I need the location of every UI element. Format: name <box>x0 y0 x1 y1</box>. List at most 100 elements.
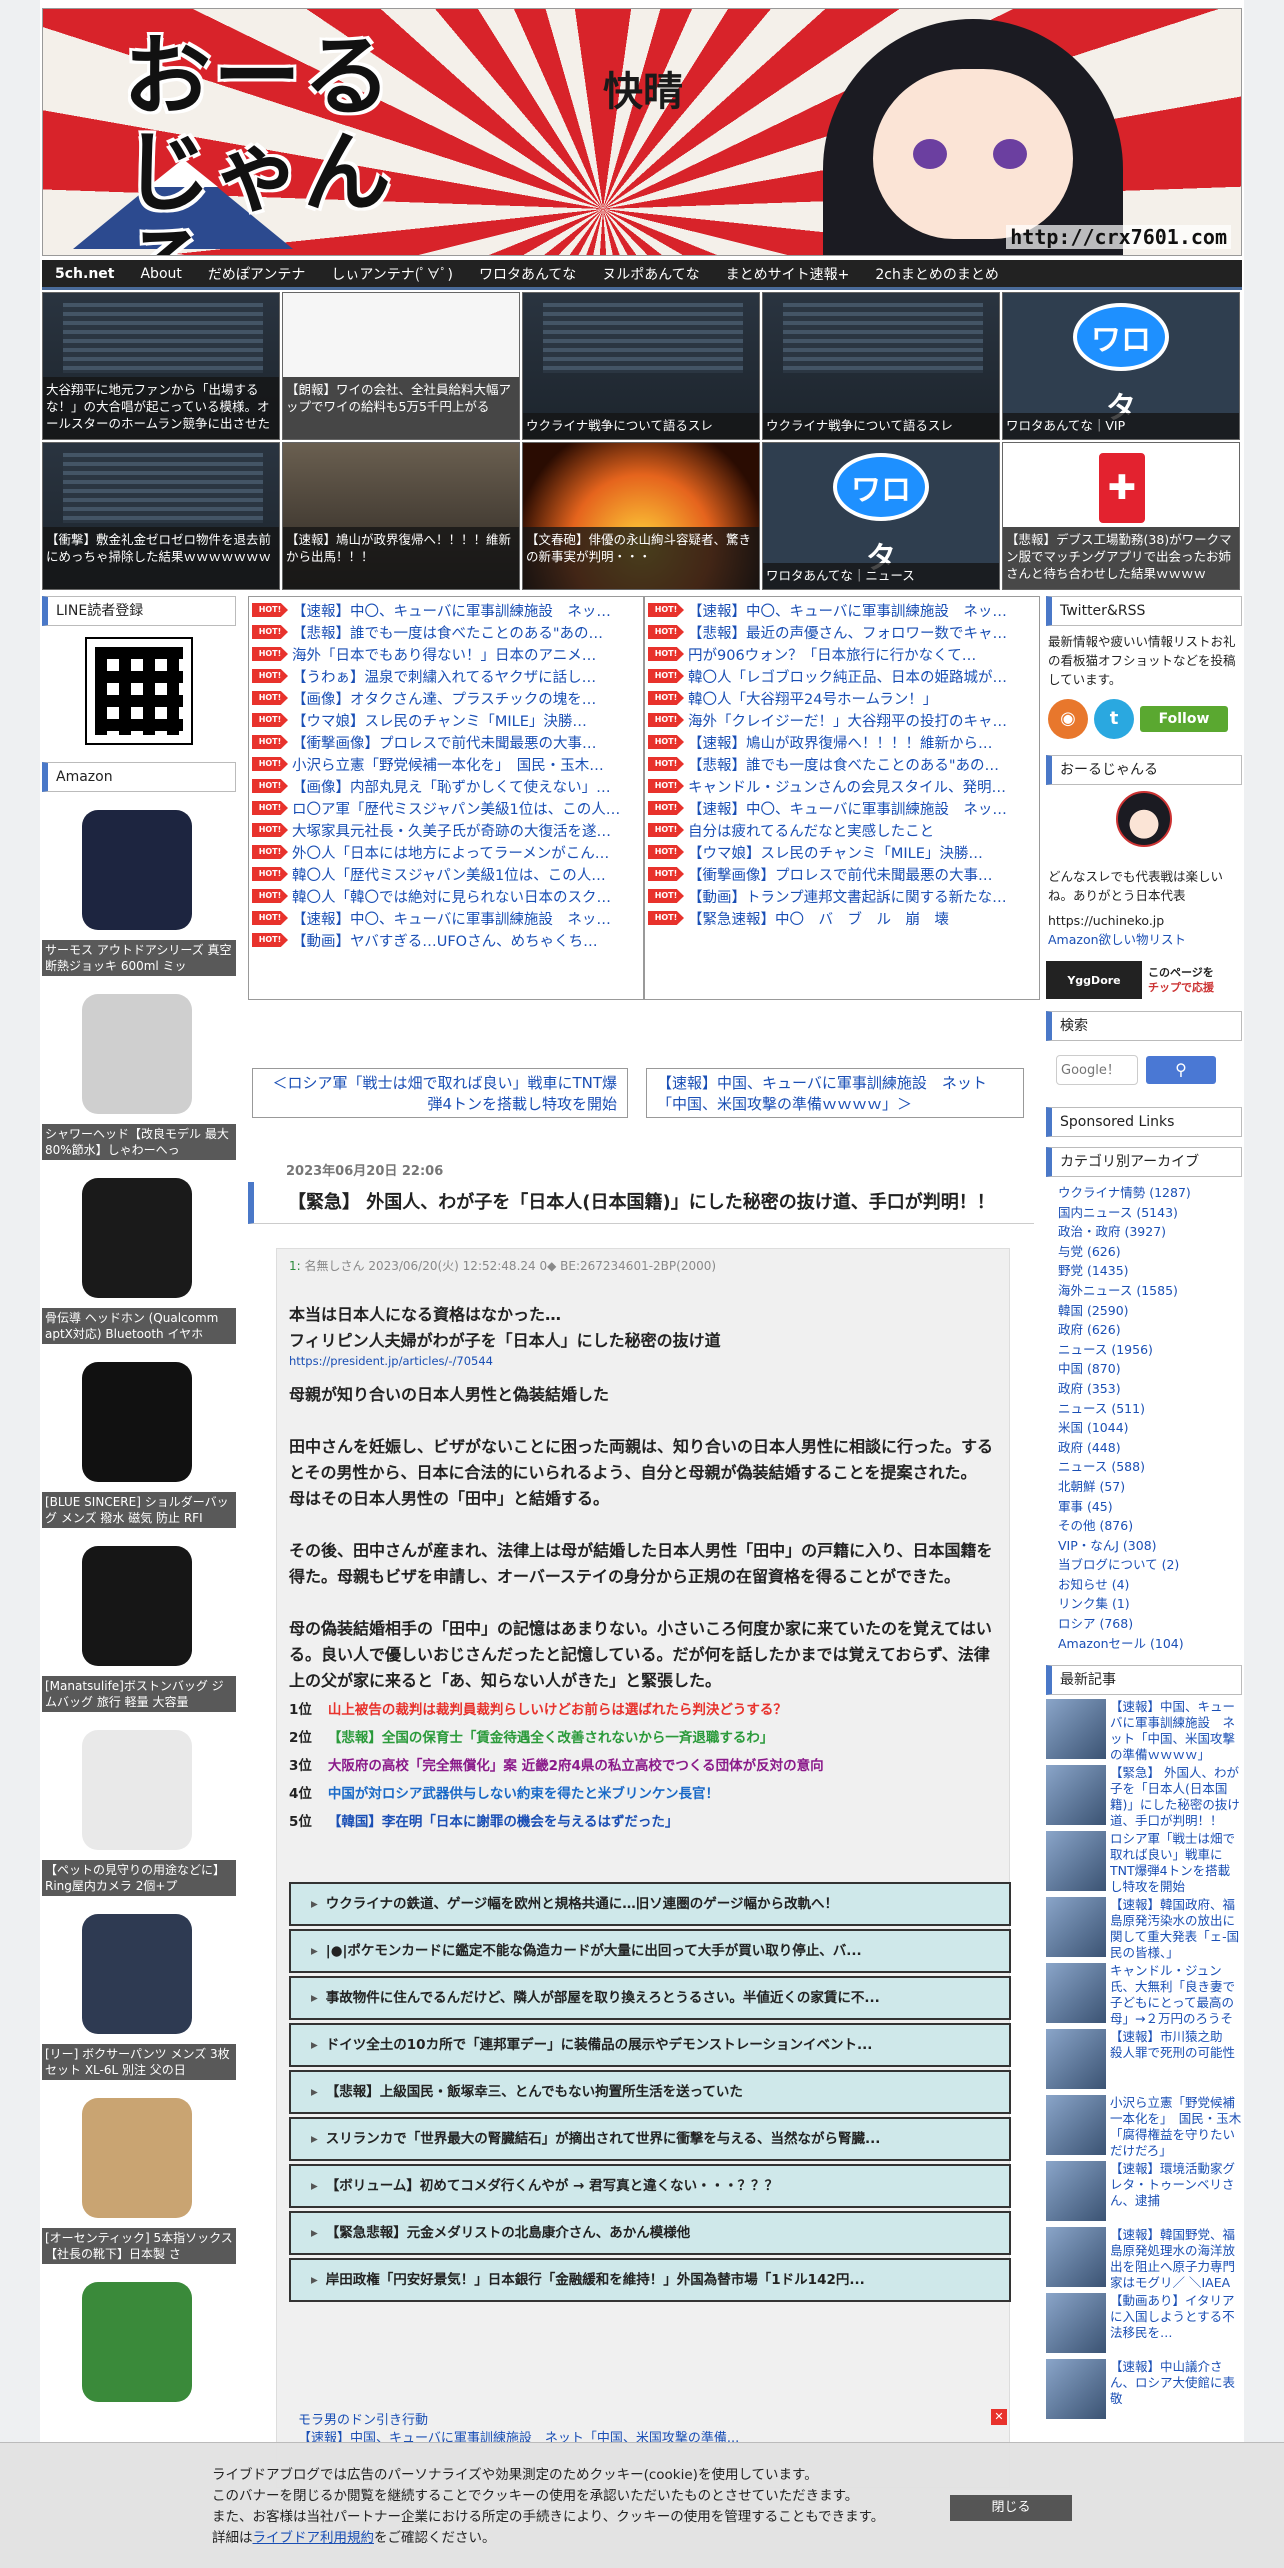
recent-article[interactable]: ロシア軍「戦士は畑で取れば良い」戦車にTNT爆弾4トンを搭載し特攻を開始 <box>1046 1831 1242 1895</box>
ranking-link[interactable]: 【悲報】誰でも一度は食べたことのある"あの… <box>292 622 603 643</box>
amazon-product[interactable]: [Manatsulife]ボストンバッグ ジムバッグ 旅行 軽量 大容量 <box>42 1532 236 1712</box>
inline-ranking-item[interactable]: 4位 中国が対ロシア武器供与しない約束を得たと米ブリンケン長官！ <box>289 1780 997 1808</box>
category-link[interactable]: 与党 (626) <box>1058 1242 1230 1262</box>
ranking-link[interactable]: 【うわぁ】温泉で刺繍入れてるヤクザに話し… <box>292 666 596 687</box>
ranking-link[interactable]: ロ〇ア軍「歴代ミスジャパン美級1位は、この人… <box>292 798 620 819</box>
ranking-item[interactable]: HOT! 【悲報】誰でも一度は食べたことのある"あの… <box>648 753 1036 775</box>
related-article-link[interactable]: 【ボリューム】初めてコメダ行くんやが → 君写真と違くない・・・？？？ <box>289 2164 1011 2208</box>
rank-text[interactable]: 中国が対ロシア武器供与しない約束を得たと米ブリンケン長官！ <box>328 1786 719 1802</box>
ranking-link[interactable]: 韓〇人「韓〇では絶対に見られない日本のスク… <box>292 886 611 907</box>
search-button[interactable]: ⚲ <box>1146 1056 1216 1084</box>
site-header-banner[interactable]: おーるじゃんる 快晴 http://crx7601.com <box>42 8 1242 256</box>
ranking-item[interactable]: HOT! 韓〇人「韓〇では絶対に見られない日本のスク… <box>252 885 640 907</box>
category-link[interactable]: 米国 (1044) <box>1058 1418 1230 1438</box>
category-link[interactable]: 政府 (626) <box>1058 1320 1230 1340</box>
ranking-link[interactable]: 【悲報】最近の声優さん、フォロワー数でキャ… <box>688 622 1007 643</box>
category-link[interactable]: 軍事 (45) <box>1058 1497 1230 1517</box>
related-article-link[interactable]: 岸田政権「円安好景気！」日本銀行「金融緩和を維持！」外国為替市場「1ドル142円… <box>289 2258 1011 2302</box>
terms-link[interactable]: ライブドア利用規約 <box>253 2530 375 2546</box>
category-link[interactable]: 政府 (353) <box>1058 1379 1230 1399</box>
featured-card[interactable]: ウクライナ戦争について語るスレ <box>762 292 1000 440</box>
category-link[interactable]: ロシア (768) <box>1058 1614 1230 1634</box>
ranking-item[interactable]: HOT! 【悲報】誰でも一度は食べたことのある"あの… <box>252 621 640 643</box>
rank-text[interactable]: 山上被告の裁判は裁判員裁判らしいけどお前らは選ばれたら判決どうする？ <box>328 1702 787 1718</box>
category-link[interactable]: ニュース (511) <box>1058 1399 1230 1419</box>
ranking-link[interactable]: 海外「クレイジーだ！」大谷翔平の投打のキャ… <box>688 710 1007 731</box>
recent-title-text[interactable]: 【速報】韓国政府、福島原発汚染水の放出に関して重大発表「ェ-国民の皆様、」 <box>1110 1897 1242 1961</box>
amazon-product[interactable]: [リー] ボクサーパンツ メンズ 3枚セット XL-6L 別注 父の日 <box>42 1900 236 2080</box>
related-article-link[interactable]: ウクライナの鉄道、ゲージ幅を欧州と規格共通に…旧ソ連圏のゲージ幅から改軌へ！ <box>289 1882 1011 1926</box>
ranking-link[interactable]: 【速報】中〇、キューバに軍事訓練施設 ネッ… <box>292 908 611 929</box>
ranking-item[interactable]: HOT! 小沢ら立憲「野党候補一本化を」 国民・玉木… <box>252 753 640 775</box>
ranking-item[interactable]: HOT! 【緊急速報】中〇 バ ブ ル 崩 壊 <box>648 907 1036 929</box>
amazon-product[interactable]: サーモス アウトドアシリーズ 真空断熱ジョッキ 600ml ミッ <box>42 796 236 976</box>
ranking-item[interactable]: HOT! 【衝撃画像】プロレスで前代未聞最悪の大事… <box>648 863 1036 885</box>
ranking-link[interactable]: 韓〇人「大谷翔平24号ホームラン！」 <box>688 688 937 709</box>
profile-url[interactable]: https://uchineko.jp <box>1046 911 1242 930</box>
source-link[interactable]: https://president.jp/articles/-/70544 <box>289 1354 997 1368</box>
ranking-item[interactable]: HOT! 【ウマ娘】スレ民のチャンミ「MILE」決勝… <box>648 841 1036 863</box>
ranking-link[interactable]: 【緊急速報】中〇 バ ブ ル 崩 壊 <box>688 908 949 929</box>
ranking-item[interactable]: HOT! 【ウマ娘】スレ民のチャンミ「MILE」決勝… <box>252 709 640 731</box>
recent-title-text[interactable]: 【速報】中国、キューバに軍事訓練施設 ネット「中国、米国攻撃の準備ｗｗｗｗ」 <box>1110 1699 1242 1763</box>
ranking-link[interactable]: 【画像】内部丸見え「恥ずかしくて使えない」… <box>292 776 611 797</box>
ranking-link[interactable]: 韓〇人「レゴブロック純正品、日本の姫路城が… <box>688 666 1007 687</box>
recent-article[interactable]: 【動画あり】イタリアに入国しようとする不法移民を… <box>1046 2293 1242 2357</box>
ranking-link[interactable]: 大塚家具元社長・久美子氏が奇跡の大復活を遂… <box>292 820 611 841</box>
ranking-link[interactable]: キャンドル・ジュンさんの会見スタイル、発明… <box>688 776 1006 797</box>
featured-card[interactable]: ウクライナ戦争について語るスレ <box>522 292 760 440</box>
related-article-link[interactable]: 【緊急悲報】元金メダリストの北島康介さん、あかん模様他 <box>289 2211 1011 2255</box>
category-link[interactable]: Amazonセール (104) <box>1058 1634 1230 1654</box>
ranking-link[interactable]: 【画像】オタクさん達、プラスチックの塊を… <box>292 688 596 709</box>
recent-title-text[interactable]: 【速報】韓国野党、福島原発処理水の海洋放出を阻止へ原子力専門家はモグリ／ ＼IA… <box>1110 2227 1242 2291</box>
ranking-link[interactable]: 外〇人「日本には地方によってラーメンがこん… <box>292 842 609 863</box>
article-title[interactable]: 【緊急】 外国人、わが子を「日本人(日本国籍)」にした秘密の抜け道、手口が判明！… <box>248 1182 1034 1224</box>
recent-article[interactable]: キャンドル・ジュン氏、大無利「良き妻で子どもにとって最高の母」→２万円のろうそく… <box>1046 1963 1242 2027</box>
related-article-link[interactable]: スリランカで「世界最大の腎臓結石」が摘出されて世界に衝撃を与える、当然ながら腎臓… <box>289 2117 1011 2161</box>
recent-title-text[interactable]: 【動画あり】イタリアに入国しようとする不法移民を… <box>1110 2293 1242 2357</box>
amazon-product[interactable]: [BLUE SINCERE] ショルダーバッグ メンズ 撥水 磁気 防止 RFI <box>42 1348 236 1528</box>
category-link[interactable]: ウクライナ情勢 (1287) <box>1058 1183 1230 1203</box>
close-x-icon[interactable]: ✕ <box>991 2409 1007 2425</box>
inline-ranking-item[interactable]: 1位 山上被告の裁判は裁判員裁判らしいけどお前らは選ばれたら判決どうする？ <box>289 1696 997 1724</box>
ranking-link[interactable]: 【動画】トランプ連邦文書起訴に関する新たな… <box>688 886 1007 907</box>
recent-title-text[interactable]: キャンドル・ジュン氏、大無利「良き妻で子どもにとって最高の母」→２万円のろうそく… <box>1110 1963 1242 2027</box>
ranking-item[interactable]: HOT! 海外「日本でもあり得ない！」日本のアニメ… <box>252 643 640 665</box>
recent-title-text[interactable]: 【緊急】 外国人、わが子を「日本人(日本国籍)」にした秘密の抜け道、手口が判明！… <box>1110 1765 1242 1829</box>
category-link[interactable]: 国内ニュース (5143) <box>1058 1203 1230 1223</box>
ranking-item[interactable]: HOT! 【速報】鳩山が政界復帰へ！！！！維新から… <box>648 731 1036 753</box>
featured-card[interactable]: ワロタ ワロタあんてな｜ニュース <box>762 442 1000 590</box>
rank-text[interactable]: 大阪府の高校「完全無償化」案 近畿2府4県の私立高校でつくる団体が反対の意向 <box>328 1758 824 1774</box>
ranking-link[interactable]: 【速報】中〇、キューバに軍事訓練施設 ネッ… <box>688 600 1007 621</box>
recent-article[interactable]: 【速報】市川猿之助 殺人罪で死刑の可能性 <box>1046 2029 1242 2093</box>
recent-title-text[interactable]: 【速報】中山議介さん、ロシア大使館に表敬 <box>1110 2359 1242 2423</box>
nav-link[interactable]: 2chまとめのまとめ <box>862 264 1011 284</box>
recent-article[interactable]: 【速報】韓国政府、福島原発汚染水の放出に関して重大発表「ェ-国民の皆様、」 <box>1046 1897 1242 1961</box>
recent-article[interactable]: 【緊急】 外国人、わが子を「日本人(日本国籍)」にした秘密の抜け道、手口が判明！… <box>1046 1765 1242 1829</box>
amazon-product[interactable]: 骨伝導 ヘッドホン (Qualcomm aptX対応) Bluetooth イヤ… <box>42 1164 236 1344</box>
nav-link[interactable]: だめぽアンテナ <box>195 264 318 284</box>
category-link[interactable]: VIP・なんJ (308) <box>1058 1536 1230 1556</box>
line-qr-code[interactable] <box>85 637 193 745</box>
featured-card[interactable]: 大谷翔平に地元ファンから「出場するな！」の大合唱が起こっている模様。オールスター… <box>42 292 280 440</box>
featured-card[interactable]: 【朗報】ワイの会社、全社員給料大幅アップでワイの給料も5万5千円上がる <box>282 292 520 440</box>
recent-title-text[interactable]: 【速報】環境活動家グレタ・トゥーンベリさん、逮捕 <box>1110 2161 1242 2225</box>
follow-button[interactable]: Follow <box>1140 706 1228 732</box>
ranking-link[interactable]: 自分は疲れてるんだなと実感したこと <box>688 820 934 841</box>
nav-link[interactable]: ヌルポあんてな <box>589 264 712 284</box>
next-article-link[interactable]: 【速報】中国、キューバに軍事訓練施設 ネット「中国、米国攻撃の準備ｗｗｗｗ」＞ <box>646 1068 1024 1118</box>
ranking-link[interactable]: 【ウマ娘】スレ民のチャンミ「MILE」決勝… <box>688 842 983 863</box>
featured-card[interactable]: ワロタ ワロタあんてな｜VIP <box>1002 292 1240 440</box>
yggdore-tip-banner[interactable]: YggDore このページを チップで応援 <box>1046 961 1242 999</box>
ranking-item[interactable]: HOT! 【画像】内部丸見え「恥ずかしくて使えない」… <box>252 775 640 797</box>
search-input[interactable] <box>1056 1055 1138 1085</box>
category-link[interactable]: ニュース (1956) <box>1058 1340 1230 1360</box>
ranking-link[interactable]: 【動画】ヤバすぎる…UFOさん、めちゃくち… <box>292 930 598 951</box>
ranking-item[interactable]: HOT! 韓〇人「歴代ミスジャパン美級1位は、この人… <box>252 863 640 885</box>
nav-link[interactable]: About <box>127 266 194 282</box>
category-link[interactable]: 政治・政府 (3927) <box>1058 1222 1230 1242</box>
category-link[interactable]: リンク集 (1) <box>1058 1594 1230 1614</box>
nav-link[interactable]: 5ch.net <box>42 266 127 282</box>
featured-card[interactable]: 【悲報】デブス工場勤務(38)がワークマン服でマッチングアプリで出会ったお姉さん… <box>1002 442 1240 590</box>
ranking-item[interactable]: HOT! 【動画】トランプ連邦文書起訴に関する新たな… <box>648 885 1036 907</box>
